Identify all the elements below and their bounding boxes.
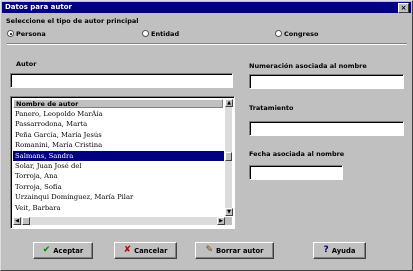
scroll-up-icon[interactable]: ▲ bbox=[225, 99, 233, 107]
author-list[interactable]: Nombre de autor Panero, Leopoldo MarÁía … bbox=[10, 96, 235, 229]
list-item[interactable]: Passarrodona, Marta bbox=[13, 119, 224, 129]
list-item[interactable]: Solar, Juan José del bbox=[13, 161, 224, 171]
ayuda-label: Ayuda bbox=[331, 246, 356, 255]
list-rows: Panero, Leopoldo MarÁía Passarrodona, Ma… bbox=[13, 109, 224, 213]
fecha-input[interactable] bbox=[249, 165, 343, 180]
check-icon: ✔ bbox=[42, 245, 51, 255]
numeracion-input[interactable] bbox=[249, 74, 404, 89]
x-icon: ✘ bbox=[123, 245, 132, 255]
radio-congreso[interactable]: Congreso bbox=[275, 30, 318, 38]
cancelar-button[interactable]: ✘ Cancelar bbox=[114, 242, 177, 259]
horizontal-scrollbar[interactable]: ◀ ▶ bbox=[13, 217, 225, 225]
list-item[interactable]: Panero, Leopoldo MarÁía bbox=[13, 109, 224, 119]
list-item[interactable]: Urzainqui Domínguez, María Pilar bbox=[13, 192, 224, 202]
help-icon: ? bbox=[323, 245, 329, 255]
tratamiento-label: Tratamiento bbox=[249, 104, 294, 112]
list-item-selected[interactable]: Salmans, Sandra bbox=[13, 150, 224, 161]
radio-entidad[interactable]: Entidad bbox=[142, 30, 179, 38]
numeracion-label: Numeración asociada al nombre bbox=[249, 62, 367, 70]
aceptar-button[interactable]: ✔ Aceptar bbox=[33, 242, 93, 259]
aceptar-label: Aceptar bbox=[53, 246, 84, 255]
list-item[interactable]: Veit, Barbara bbox=[13, 203, 224, 213]
list-item[interactable]: Torroja, Ana bbox=[13, 171, 224, 181]
list-item[interactable]: Peña García, María Jesús bbox=[13, 130, 224, 140]
borrar-autor-button[interactable]: ✎ Borrar autor bbox=[195, 242, 274, 259]
tratamiento-input[interactable] bbox=[249, 121, 404, 136]
horizontal-scroll-thumb[interactable] bbox=[22, 217, 30, 225]
fecha-label: Fecha asociada al nombre bbox=[249, 150, 345, 158]
scroll-down-icon[interactable]: ▼ bbox=[225, 208, 233, 216]
close-button[interactable]: × bbox=[398, 3, 409, 13]
title-bar[interactable]: Datos para autor × bbox=[2, 2, 411, 13]
borrar-autor-label: Borrar autor bbox=[215, 246, 264, 255]
autor-label: Autor bbox=[16, 60, 37, 68]
vertical-scrollbar[interactable]: ▲ ▼ bbox=[225, 99, 233, 216]
list-item[interactable]: Romanini, María Cristina bbox=[13, 140, 224, 150]
radio-persona[interactable]: Persona bbox=[7, 30, 46, 38]
scroll-left-icon[interactable]: ◀ bbox=[13, 217, 21, 225]
tipo-autor-label: Seleccione el tipo de autor principal bbox=[6, 17, 139, 25]
scroll-right-icon[interactable]: ▶ bbox=[217, 217, 225, 225]
radio-entidad-indicator[interactable] bbox=[142, 30, 149, 37]
group-divider bbox=[7, 43, 407, 45]
radio-entidad-label: Entidad bbox=[151, 30, 180, 38]
scroll-corner bbox=[225, 217, 232, 225]
vertical-scroll-thumb[interactable] bbox=[225, 152, 232, 161]
radio-persona-label: Persona bbox=[16, 30, 46, 38]
list-header[interactable]: Nombre de autor bbox=[13, 99, 223, 108]
autor-input[interactable] bbox=[10, 73, 233, 88]
cancelar-label: Cancelar bbox=[134, 246, 168, 255]
radio-congreso-indicator[interactable] bbox=[275, 30, 282, 37]
ayuda-button[interactable]: ? Ayuda bbox=[313, 242, 366, 259]
dialog-window: Datos para autor × Seleccione el tipo de… bbox=[0, 0, 413, 271]
radio-congreso-label: Congreso bbox=[284, 30, 319, 38]
eraser-icon: ✎ bbox=[205, 245, 213, 255]
list-item[interactable]: Torroja, Sofía bbox=[13, 182, 224, 192]
window-title: Datos para autor bbox=[5, 3, 72, 11]
radio-persona-indicator[interactable] bbox=[7, 30, 14, 37]
